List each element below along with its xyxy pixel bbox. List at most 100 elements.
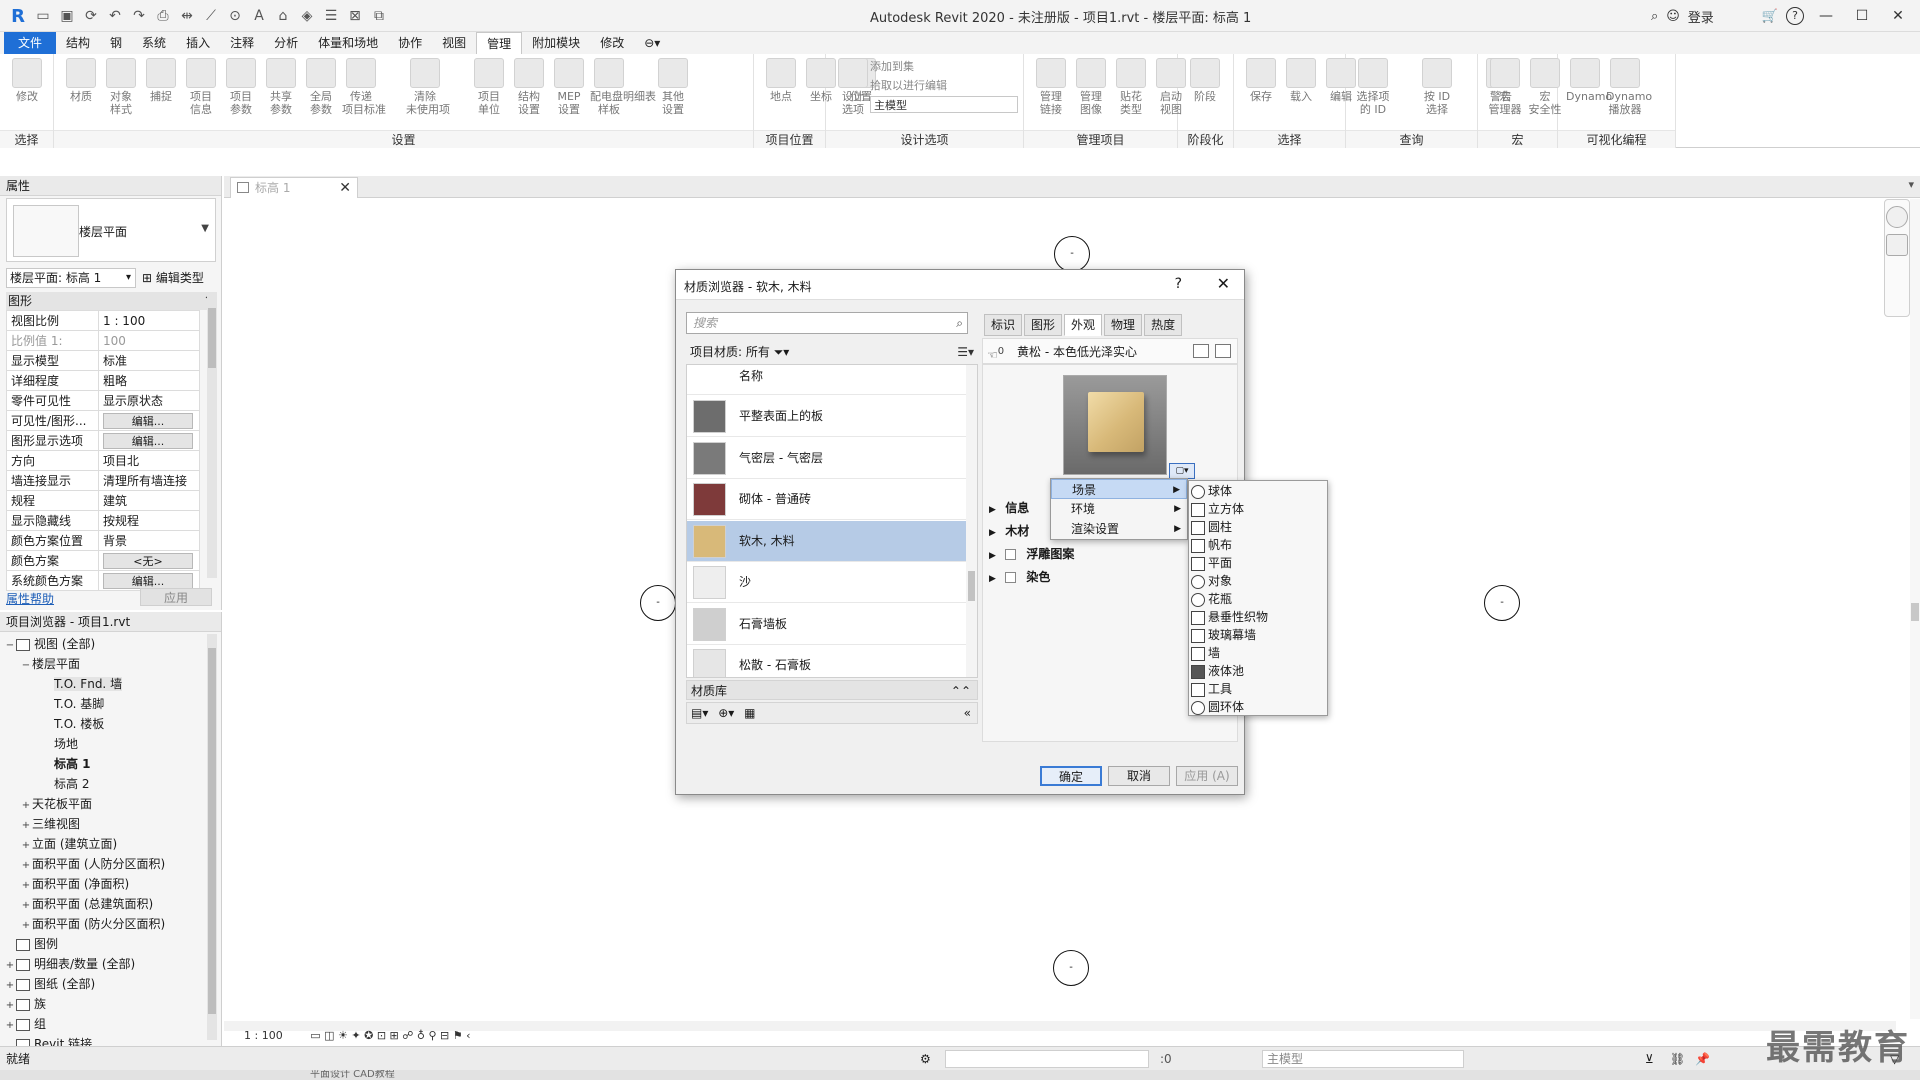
worksets-icon[interactable]: ⚙ <box>920 1047 931 1071</box>
ribbon-button[interactable]: 对象 样式 <box>102 58 140 116</box>
maximize-button[interactable]: ☐ <box>1848 5 1876 27</box>
sun-path-icon[interactable]: ☀ <box>338 1029 348 1042</box>
material-list-item[interactable]: 松散 - 石膏板 <box>687 645 967 677</box>
ribbon-button[interactable]: 其他 设置 <box>654 58 692 116</box>
scrollbar-thumb[interactable] <box>1911 603 1919 621</box>
print-icon[interactable]: ⎙ <box>152 5 174 27</box>
browser-tree-item[interactable]: + 面积平面 (防火分区面积) <box>4 914 204 934</box>
expand-icon[interactable]: + <box>20 856 32 876</box>
browser-tree-item[interactable]: − 视图 (全部) <box>4 634 204 654</box>
scene-menu-item[interactable]: 圆环体 <box>1189 698 1327 716</box>
tab-modify[interactable]: 修改 <box>590 32 634 54</box>
material-list-item[interactable]: 沙 <box>687 562 967 603</box>
apply-dialog-button[interactable]: 应用 (A) <box>1176 766 1238 786</box>
material-list-item[interactable]: 软木, 木料 <box>687 520 967 562</box>
zoom-icon[interactable] <box>1886 234 1908 256</box>
tab-annotate[interactable]: 注释 <box>220 32 264 54</box>
render-icon[interactable]: ✪ <box>364 1029 373 1042</box>
section-icon[interactable]: ◈ <box>296 5 318 27</box>
elevation-marker-north[interactable]: - <box>1054 236 1090 272</box>
tab-physical[interactable]: 物理 <box>1104 314 1143 336</box>
browser-tree-item[interactable]: 标高 1 <box>4 754 204 774</box>
edit-type-button[interactable]: ⊞ 编辑类型 <box>142 268 204 288</box>
property-value-cell[interactable]: 建筑 <box>98 490 200 511</box>
login-button[interactable]: 登录 <box>1688 7 1714 26</box>
ribbon-button[interactable]: 地点 <box>762 58 800 103</box>
expand-icon[interactable]: + <box>20 816 32 836</box>
scene-menu-item[interactable]: 平面 <box>1189 554 1327 572</box>
browser-tree-item[interactable]: + 天花板平面 <box>4 794 204 814</box>
ribbon-group-title[interactable]: 选择 <box>0 130 53 148</box>
project-materials-filter[interactable]: 项目材质: 所有 <box>690 345 770 359</box>
type-selector[interactable]: 楼层平面 ▼ <box>6 198 216 262</box>
expand-icon[interactable]: + <box>20 836 32 856</box>
ribbon-button[interactable]: 全局 参数 <box>302 58 340 116</box>
ribbon-button[interactable]: 传递 项目标准 <box>342 58 386 116</box>
browser-tree-item[interactable]: 标高 2 <box>4 774 204 794</box>
expand-icon[interactable]: + <box>4 956 16 976</box>
material-list-item[interactable] <box>687 387 967 395</box>
steering-wheel-icon[interactable] <box>1886 206 1908 228</box>
constraints-icon[interactable]: ⚑ <box>453 1029 463 1042</box>
help-button[interactable]: ? <box>1786 7 1804 25</box>
property-value-cell[interactable]: 项目北 <box>98 450 200 471</box>
ribbon-button[interactable]: 按 ID 选择 <box>1418 58 1456 116</box>
ribbon-button[interactable]: 配电盘明细表 样板 <box>590 58 656 116</box>
menu-item-environment[interactable]: 环境 ▶ <box>1051 499 1187 519</box>
material-library-bar[interactable]: 材质库 ⌃⌃ <box>686 680 978 700</box>
expand-arrow-icon[interactable]: ▶ <box>989 501 1001 519</box>
highlight-displacement-icon[interactable]: ⊟ <box>440 1029 449 1042</box>
ribbon-button[interactable]: 项目 信息 <box>182 58 220 116</box>
browser-tree-item[interactable]: + 面积平面 (总建筑面积) <box>4 894 204 914</box>
ribbon-button[interactable]: 保存 <box>1242 58 1280 103</box>
ribbon-button[interactable]: 阶段 <box>1186 58 1224 103</box>
menu-item-render-settings[interactable]: 渲染设置 ▶ <box>1051 519 1187 539</box>
browser-tree-item[interactable]: T.O. Fnd. 墙 <box>4 674 204 694</box>
revit-app-icon[interactable]: R <box>6 5 30 27</box>
asset-browser-icon[interactable]: ▦ <box>744 706 755 720</box>
tabs-dropdown-icon[interactable]: ▾ <box>1908 178 1914 191</box>
browser-tree-item[interactable]: + 面积平面 (人防分区面积) <box>4 854 204 874</box>
replace-asset-icon[interactable] <box>1193 344 1209 358</box>
ribbon-button[interactable]: 清除 未使用项 <box>406 58 450 116</box>
tag-icon[interactable]: ⊙ <box>224 5 246 27</box>
property-value-cell[interactable]: 按规程 <box>98 510 200 531</box>
visual-style-icon[interactable]: ◫ <box>324 1029 334 1042</box>
scrollbar-thumb[interactable] <box>968 571 975 601</box>
browser-tree-item[interactable]: + 明细表/数量 (全部) <box>4 954 204 974</box>
scene-menu-item[interactable]: 工具 <box>1189 680 1327 698</box>
property-value-cell[interactable]: 粗略 <box>98 370 200 391</box>
cart-icon[interactable]: 🛒 <box>1762 9 1778 24</box>
temporary-hide-icon[interactable]: ☍ <box>402 1029 413 1042</box>
browser-tree-item[interactable]: T.O. 基脚 <box>4 694 204 714</box>
workset-selector[interactable] <box>945 1050 1149 1068</box>
tab-collaborate[interactable]: 协作 <box>388 32 432 54</box>
scene-menu-item[interactable]: 球体 <box>1189 482 1327 500</box>
3d-view-icon[interactable]: ⌂ <box>272 5 294 27</box>
menu-item-scene[interactable]: 场景 ▶ <box>1051 479 1187 499</box>
user-icon[interactable]: ☺ <box>1666 9 1680 24</box>
property-value-cell[interactable]: 标准 <box>98 350 200 371</box>
tab-file[interactable]: 文件 <box>4 32 57 54</box>
property-value-cell[interactable]: 编辑... <box>98 410 200 431</box>
ribbon-button[interactable]: Dynamo <box>1566 58 1612 103</box>
browser-scrollbar[interactable] <box>207 634 217 1040</box>
apply-button[interactable]: 应用 <box>140 588 212 606</box>
browser-tree-item[interactable]: T.O. 楼板 <box>4 714 204 734</box>
expand-arrow-icon[interactable]: ▶ <box>989 570 1001 588</box>
open-library-icon[interactable]: ▤▾ <box>691 706 708 720</box>
tab-add-ins[interactable]: 附加模块 <box>522 32 590 54</box>
crop-view-icon[interactable]: ⊡ <box>377 1029 386 1042</box>
scene-menu-item[interactable]: 对象 <box>1189 572 1327 590</box>
properties-help-link[interactable]: 属性帮助 <box>6 590 54 607</box>
preview-options-dropdown[interactable]: ▢▾ <box>1169 463 1195 479</box>
scene-menu-item[interactable]: 玻璃幕墙 <box>1189 626 1327 644</box>
material-list-item[interactable]: 气密层 - 气密层 <box>687 437 967 479</box>
design-option-dropdown[interactable]: 主模型 <box>870 96 1018 113</box>
switch-windows-icon[interactable]: ⧉ <box>368 5 390 27</box>
text-icon[interactable]: A <box>248 5 270 27</box>
filter-icon[interactable]: ⏷▾ <box>774 345 790 359</box>
close-tab-icon[interactable]: ✕ <box>339 178 351 198</box>
property-value-cell[interactable]: 清理所有墙连接 <box>98 470 200 491</box>
material-list-item[interactable]: 平整表面上的板 <box>687 396 967 437</box>
